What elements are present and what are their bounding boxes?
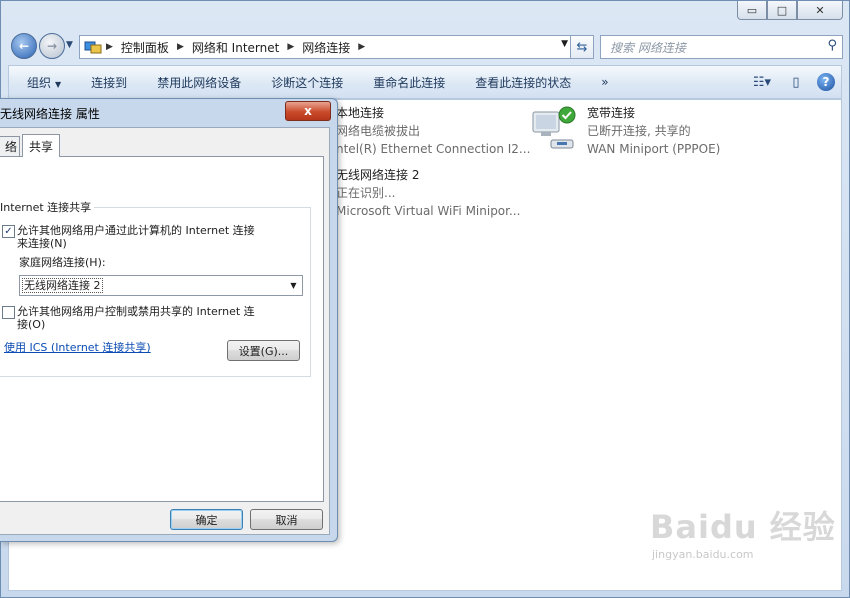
selected-value: 无线网络连接 2	[22, 278, 103, 293]
ics-help-link[interactable]: 使用 ICS (Internet 连接共享)	[4, 339, 151, 355]
close-button[interactable]: ✕	[797, 1, 843, 20]
connection-wireless-2[interactable]: 无线网络连接 2 正在识别... Microsoft Virtual WiFi …	[336, 166, 520, 220]
forward-button[interactable]: →	[39, 33, 65, 59]
label-line: 允许其他网络用户控制或禁用共享的 Internet 连	[17, 305, 255, 318]
label-line: 来连接(N)	[17, 237, 67, 250]
refresh-icon: ⇆	[576, 39, 588, 55]
help-icon[interactable]: ?	[817, 73, 835, 91]
search-placeholder: 搜索 网络连接	[610, 40, 686, 55]
minimize-icon: ▭	[746, 3, 758, 17]
tab-label: 络	[5, 140, 18, 154]
address-dropdown-icon[interactable]: ▼	[561, 39, 568, 49]
connection-status: 网络电缆被拔出	[336, 124, 421, 138]
tab-label: 共享	[29, 139, 54, 154]
broadband-connection-icon	[532, 106, 576, 149]
view-controls: ☷▾ ▯ ?	[749, 71, 835, 93]
dialog-title: 无线网络连接 属性	[0, 107, 100, 121]
maximize-icon: □	[776, 3, 788, 17]
dialog-close-button[interactable]: x	[285, 101, 331, 121]
back-arrow-icon: ←	[18, 39, 30, 53]
view-list-icon: ☷▾	[752, 74, 772, 90]
group-label: Internet 连接共享	[0, 199, 95, 215]
breadcrumb-arrow-icon[interactable]: ▶	[287, 42, 294, 52]
cancel-button[interactable]: 取消	[250, 509, 323, 530]
allow-control-checkbox[interactable]	[2, 306, 15, 319]
watermark-brand: Baidu 经验	[650, 508, 836, 546]
tab-sharing[interactable]: 共享	[22, 134, 61, 157]
connection-device: ntel(R) Ethernet Connection I2...	[336, 142, 531, 156]
connection-device: WAN Miniport (PPPOE)	[587, 142, 721, 156]
connection-name: 无线网络连接 2	[336, 168, 420, 182]
network-folder-icon	[84, 41, 102, 54]
breadcrumb-control-panel[interactable]: 控制面板	[121, 39, 169, 56]
properties-dialog: 无线网络连接 属性 x 络 共享 Internet 连接共享 ✓ 允许其他网络用…	[0, 98, 338, 542]
connection-local[interactable]: 本地连接 网络电缆被拔出 ntel(R) Ethernet Connection…	[336, 104, 530, 158]
allow-share-label[interactable]: 允许其他网络用户通过此计算机的 Internet 连接 来连接(N)	[17, 224, 255, 250]
allow-share-checkbox[interactable]: ✓	[2, 225, 15, 238]
rename-button[interactable]: 重命名此连接	[358, 74, 460, 91]
connection-status: 已断开连接, 共享的	[587, 124, 691, 138]
diagnose-button[interactable]: 诊断这个连接	[256, 74, 358, 91]
breadcrumb-arrow-icon[interactable]: ▶	[358, 42, 365, 52]
breadcrumb-arrow-icon[interactable]: ▶	[177, 42, 184, 52]
recent-pages-dropdown[interactable]: ▼	[66, 40, 73, 50]
view-status-button[interactable]: 查看此连接的状态	[460, 74, 586, 91]
dialog-body: 络 共享 Internet 连接共享 ✓ 允许其他网络用户通过此计算机的 Int…	[0, 127, 330, 535]
breadcrumb-network-internet[interactable]: 网络和 Internet	[192, 39, 279, 56]
watermark: Baidu 经验 jingyan.baidu.com	[650, 502, 836, 561]
maximize-button[interactable]: □	[767, 1, 797, 20]
change-view-button[interactable]: ☷▾	[749, 71, 775, 93]
search-input[interactable]: 搜索 网络连接 ⚲	[600, 35, 843, 59]
allow-control-label[interactable]: 允许其他网络用户控制或禁用共享的 Internet 连 接(O)	[17, 305, 255, 331]
connection-broadband[interactable]: 宽带连接 已断开连接, 共享的 WAN Miniport (PPPOE)	[587, 104, 720, 158]
home-network-select[interactable]: 无线网络连接 2 ▼	[19, 275, 303, 296]
disable-device-button[interactable]: 禁用此网络设备	[142, 74, 256, 91]
forward-arrow-icon: →	[46, 39, 58, 53]
more-commands-button[interactable]: »	[586, 75, 623, 89]
preview-pane-button[interactable]: ▯	[783, 71, 809, 93]
settings-button[interactable]: 设置(G)...	[227, 340, 300, 361]
chevron-down-icon: ▼	[55, 79, 62, 89]
ok-button[interactable]: 确定	[170, 509, 243, 530]
command-bar: 组织 ▼ 连接到 禁用此网络设备 诊断这个连接 重命名此连接 查看此连接的状态 »…	[8, 65, 842, 99]
chevron-down-icon: ▼	[290, 281, 297, 290]
watermark-url: jingyan.baidu.com	[652, 548, 754, 561]
tab-networking[interactable]: 络	[0, 136, 20, 156]
organize-menu[interactable]: 组织 ▼	[9, 74, 76, 91]
home-network-label: 家庭网络连接(H):	[19, 256, 106, 269]
back-button[interactable]: ←	[11, 33, 37, 59]
label-line: 接(O)	[17, 318, 46, 331]
connection-name: 本地连接	[336, 106, 385, 120]
breadcrumb-network-connections[interactable]: 网络连接	[302, 39, 350, 56]
close-icon: ✕	[815, 3, 825, 17]
label-line: 允许其他网络用户通过此计算机的 Internet 连接	[17, 224, 255, 237]
connection-name: 宽带连接	[587, 106, 636, 120]
address-bar[interactable]: ▶ 控制面板 ▶ 网络和 Internet ▶ 网络连接 ▶ ▼	[79, 35, 573, 59]
preview-pane-icon: ▯	[792, 74, 800, 90]
refresh-button[interactable]: ⇆	[570, 35, 594, 59]
search-icon[interactable]: ⚲	[827, 38, 837, 53]
connection-status: 正在识别...	[336, 186, 396, 200]
sharing-page: Internet 连接共享 ✓ 允许其他网络用户通过此计算机的 Internet…	[0, 156, 324, 502]
breadcrumb-arrow-icon[interactable]: ▶	[106, 42, 113, 52]
minimize-button[interactable]: ▭	[737, 1, 767, 20]
close-icon: x	[304, 104, 312, 118]
organize-label: 组织	[27, 75, 52, 90]
window-controls: ▭ □ ✕	[737, 1, 843, 20]
connection-device: Microsoft Virtual WiFi Minipor...	[336, 204, 521, 218]
connect-to-button[interactable]: 连接到	[76, 74, 142, 91]
navigation-bar: ← → ▼ ▶ 控制面板 ▶ 网络和 Internet ▶ 网络连接 ▶ ▼ ⇆…	[9, 31, 843, 61]
